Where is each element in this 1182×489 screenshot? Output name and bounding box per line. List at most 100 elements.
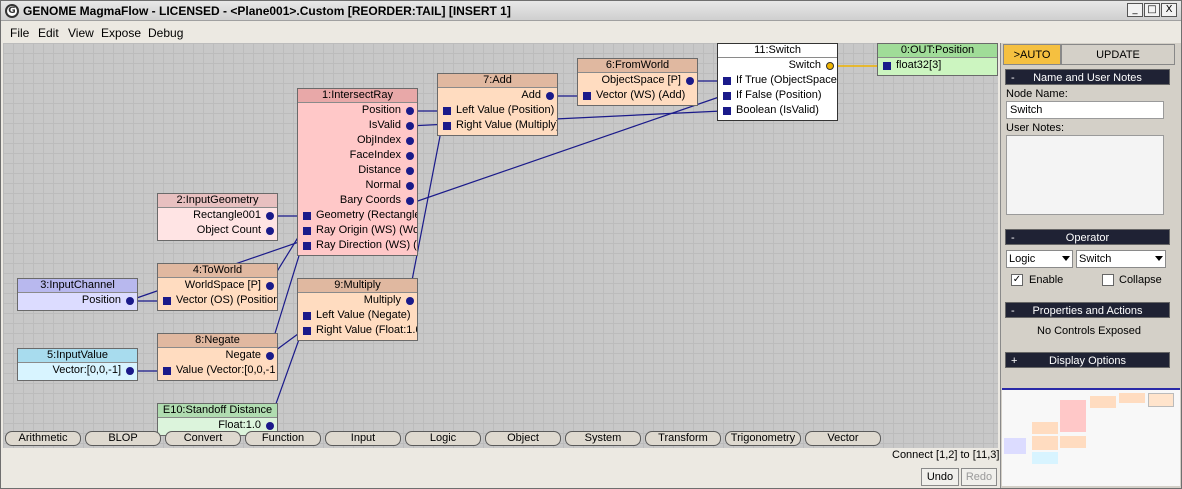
output-socket-icon[interactable] bbox=[126, 367, 134, 375]
tab-system[interactable]: System bbox=[565, 431, 641, 446]
output-socket-icon[interactable] bbox=[406, 152, 414, 160]
input-socket-icon[interactable] bbox=[723, 92, 731, 100]
node-negate[interactable]: 8:Negate Negate Value (Vector:[0,0,-1 bbox=[157, 333, 278, 381]
tab-arithmetic[interactable]: Arithmetic bbox=[5, 431, 81, 446]
title-bar[interactable]: G GENOME MagmaFlow - LICENSED - <Plane00… bbox=[1, 1, 1181, 21]
port-if-false-in[interactable]: If False (Position) bbox=[718, 88, 837, 103]
input-socket-icon[interactable] bbox=[303, 227, 311, 235]
port-left-value-in[interactable]: Left Value (Position) bbox=[438, 103, 557, 118]
minimize-button[interactable]: _ bbox=[1127, 3, 1143, 17]
name-notes-rollout[interactable]: - Name and User Notes bbox=[1005, 69, 1170, 85]
auto-tab[interactable]: >AUTO bbox=[1003, 44, 1061, 65]
input-socket-icon[interactable] bbox=[883, 62, 891, 70]
port-vector-value[interactable]: Vector:[0,0,-1] bbox=[18, 363, 137, 378]
input-socket-icon[interactable] bbox=[723, 77, 731, 85]
node-intersect-ray[interactable]: 1:IntersectRay Position IsValid ObjIndex… bbox=[297, 88, 418, 256]
tab-trigonometry[interactable]: Trigonometry bbox=[725, 431, 801, 446]
input-socket-icon[interactable] bbox=[163, 297, 171, 305]
maximize-button[interactable]: □ bbox=[1144, 3, 1160, 17]
node-multiply[interactable]: 9:Multiply Multiply Left Value (Negate) … bbox=[297, 278, 418, 341]
flow-canvas[interactable]: 1:IntersectRay Position IsValid ObjIndex… bbox=[3, 43, 998, 448]
port-switch[interactable]: Switch bbox=[718, 58, 837, 73]
node-output-position[interactable]: 0:OUT:Position float32[3] bbox=[877, 43, 998, 76]
node-input-value[interactable]: 5:InputValue Vector:[0,0,-1] bbox=[17, 348, 138, 381]
tab-logic[interactable]: Logic bbox=[405, 431, 481, 446]
port-faceindex[interactable]: FaceIndex bbox=[298, 148, 417, 163]
input-socket-icon[interactable] bbox=[163, 367, 171, 375]
port-vector-os-in[interactable]: Vector (OS) (Position bbox=[158, 293, 277, 308]
output-socket-icon[interactable] bbox=[406, 182, 414, 190]
menu-debug[interactable]: Debug bbox=[148, 26, 183, 40]
node-to-world[interactable]: 4:ToWorld WorldSpace [P] Vector (OS) (Po… bbox=[157, 263, 278, 311]
operator-type-select[interactable]: Switch bbox=[1076, 250, 1166, 268]
display-options-rollout[interactable]: + Display Options bbox=[1005, 352, 1170, 368]
output-socket-icon[interactable] bbox=[406, 122, 414, 130]
enable-checkbox[interactable]: ✓ bbox=[1011, 274, 1023, 286]
input-socket-icon[interactable] bbox=[303, 242, 311, 250]
port-position[interactable]: Position bbox=[298, 103, 417, 118]
port-negate[interactable]: Negate bbox=[158, 348, 277, 363]
port-right-value-in[interactable]: Right Value (Multiply) bbox=[438, 118, 557, 133]
tab-input[interactable]: Input bbox=[325, 431, 401, 446]
menu-view[interactable]: View bbox=[68, 26, 94, 40]
tab-function[interactable]: Function bbox=[245, 431, 321, 446]
output-socket-icon[interactable] bbox=[266, 212, 274, 220]
output-socket-icon[interactable] bbox=[266, 422, 274, 430]
collapse-checkbox[interactable] bbox=[1102, 274, 1114, 286]
menu-expose[interactable]: Expose bbox=[101, 26, 141, 40]
port-normal[interactable]: Normal bbox=[298, 178, 417, 193]
node-input-geometry[interactable]: 2:InputGeometry Rectangle001 Object Coun… bbox=[157, 193, 278, 241]
output-socket-icon[interactable] bbox=[406, 137, 414, 145]
port-value-in[interactable]: Value (Vector:[0,0,-1 bbox=[158, 363, 277, 378]
port-objindex[interactable]: ObjIndex bbox=[298, 133, 417, 148]
input-socket-icon[interactable] bbox=[443, 122, 451, 130]
redo-button[interactable]: Redo bbox=[961, 468, 997, 486]
undo-button[interactable]: Undo bbox=[921, 468, 959, 486]
tab-vector[interactable]: Vector bbox=[805, 431, 881, 446]
port-ray-origin-in[interactable]: Ray Origin (WS) (Wo bbox=[298, 223, 417, 238]
port-rectangle001[interactable]: Rectangle001 bbox=[158, 208, 277, 223]
output-socket-icon[interactable] bbox=[266, 282, 274, 290]
port-worldspace[interactable]: WorldSpace [P] bbox=[158, 278, 277, 293]
tab-object[interactable]: Object bbox=[485, 431, 561, 446]
port-right-value-in[interactable]: Right Value (Float:1.0 bbox=[298, 323, 417, 338]
output-socket-icon[interactable] bbox=[406, 197, 414, 205]
input-socket-icon[interactable] bbox=[723, 107, 731, 115]
tab-convert[interactable]: Convert bbox=[165, 431, 241, 446]
output-socket-icon[interactable] bbox=[406, 167, 414, 175]
output-socket-icon[interactable] bbox=[126, 297, 134, 305]
node-switch[interactable]: 11:Switch Switch If True (ObjectSpace If… bbox=[717, 43, 838, 121]
menu-file[interactable]: File bbox=[10, 26, 29, 40]
output-socket-icon[interactable] bbox=[406, 297, 414, 305]
output-socket-icon[interactable] bbox=[406, 107, 414, 115]
port-isvalid[interactable]: IsValid bbox=[298, 118, 417, 133]
output-socket-icon[interactable] bbox=[826, 62, 834, 70]
port-ray-direction-in[interactable]: Ray Direction (WS) ( bbox=[298, 238, 417, 253]
input-socket-icon[interactable] bbox=[303, 212, 311, 220]
output-socket-icon[interactable] bbox=[546, 92, 554, 100]
input-socket-icon[interactable] bbox=[443, 107, 451, 115]
port-distance[interactable]: Distance bbox=[298, 163, 417, 178]
canvas-minimap[interactable] bbox=[1002, 388, 1180, 486]
node-input-channel[interactable]: 3:InputChannel Position bbox=[17, 278, 138, 311]
input-socket-icon[interactable] bbox=[583, 92, 591, 100]
port-float32-in[interactable]: float32[3] bbox=[878, 58, 997, 73]
node-from-world[interactable]: 6:FromWorld ObjectSpace [P] Vector (WS) … bbox=[577, 58, 698, 106]
output-socket-icon[interactable] bbox=[266, 352, 274, 360]
operator-category-select[interactable]: Logic bbox=[1006, 250, 1073, 268]
operator-rollout[interactable]: - Operator bbox=[1005, 229, 1170, 245]
user-notes-textarea[interactable] bbox=[1006, 135, 1164, 215]
port-left-value-in[interactable]: Left Value (Negate) bbox=[298, 308, 417, 323]
port-add[interactable]: Add bbox=[438, 88, 557, 103]
output-socket-icon[interactable] bbox=[266, 227, 274, 235]
port-boolean-in[interactable]: Boolean (IsValid) bbox=[718, 103, 837, 118]
close-button[interactable]: X bbox=[1161, 3, 1177, 17]
node-add[interactable]: 7:Add Add Left Value (Position) Right Va… bbox=[437, 73, 558, 136]
port-bary-coords[interactable]: Bary Coords bbox=[298, 193, 417, 208]
port-objectspace[interactable]: ObjectSpace [P] bbox=[578, 73, 697, 88]
input-socket-icon[interactable] bbox=[303, 312, 311, 320]
menu-edit[interactable]: Edit bbox=[38, 26, 59, 40]
port-if-true-in[interactable]: If True (ObjectSpace bbox=[718, 73, 837, 88]
input-socket-icon[interactable] bbox=[303, 327, 311, 335]
tab-blop[interactable]: BLOP bbox=[85, 431, 161, 446]
